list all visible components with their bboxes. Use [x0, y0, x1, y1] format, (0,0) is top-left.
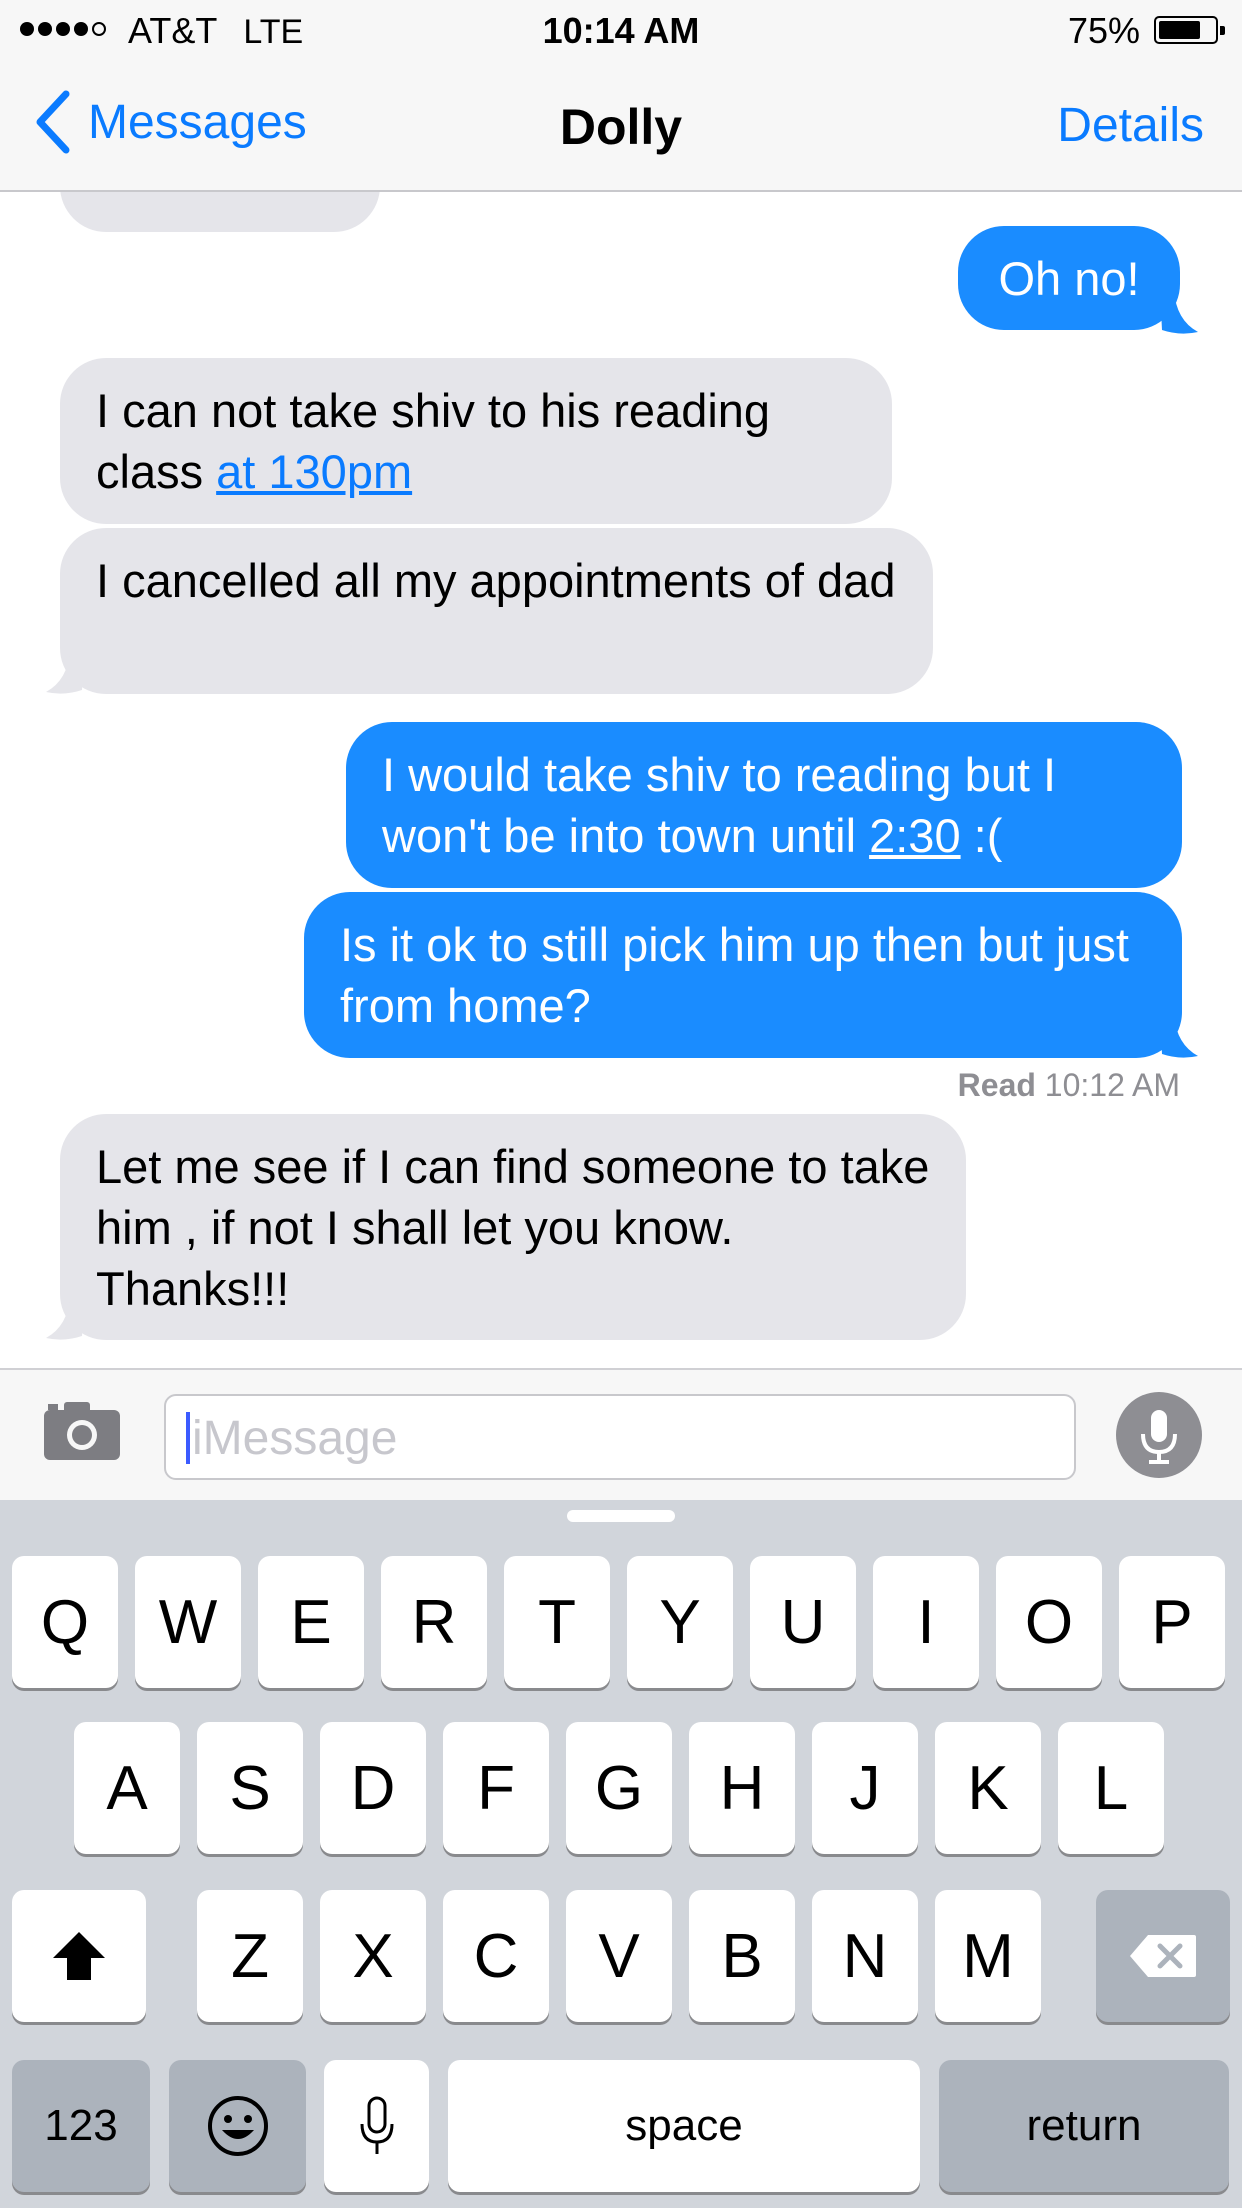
return-key[interactable]: return [939, 2060, 1229, 2192]
conversation-title: Dolly [559, 99, 683, 155]
status-time: 10:14 AM [542, 10, 700, 51]
key-e[interactable]: E [258, 1556, 364, 1688]
message-text: Let me see if I can find someone to take… [96, 1140, 930, 1315]
message-bubble-outgoing[interactable]: Oh no! [958, 226, 1180, 330]
read-time: 10:12 AM [1044, 1067, 1180, 1103]
emoji-smiley-icon [207, 2096, 268, 2156]
delete-key[interactable] [1096, 1890, 1230, 2022]
dictation-key[interactable] [324, 2060, 429, 2192]
navigation-bar: Messages Dolly Details [0, 60, 1242, 192]
message-text: I can not take shiv to his reading class [96, 384, 771, 498]
previous-message-bubble[interactable] [60, 192, 380, 232]
imessage-input[interactable] [190, 1406, 1054, 1470]
status-bar: AT&T LTE 10:14 AM 75% [0, 0, 1242, 60]
key-r[interactable]: R [381, 1556, 487, 1688]
key-h[interactable]: H [689, 1722, 795, 1854]
bubble-tail [1160, 1014, 1198, 1058]
key-k[interactable]: K [935, 1722, 1041, 1854]
message-field[interactable] [164, 1394, 1076, 1480]
key-c[interactable]: C [443, 1890, 549, 2022]
bubble-tail [1160, 290, 1198, 334]
dictation-button[interactable] [1116, 1392, 1202, 1478]
key-d[interactable]: D [320, 1722, 426, 1854]
details-button[interactable]: Details [1057, 98, 1204, 153]
key-y[interactable]: Y [627, 1556, 733, 1688]
time-link[interactable]: at 130pm [216, 445, 412, 498]
bubble-tail [46, 650, 84, 694]
key-b[interactable]: B [689, 1890, 795, 2022]
key-j[interactable]: J [812, 1722, 918, 1854]
message-bubble-incoming[interactable]: I cancelled all my appointments of dad [60, 528, 933, 694]
compose-bar [0, 1368, 1242, 1500]
numbers-key[interactable]: 123 [12, 2060, 150, 2192]
space-key[interactable]: space [448, 2060, 920, 2192]
key-s[interactable]: S [197, 1722, 303, 1854]
key-l[interactable]: L [1058, 1722, 1164, 1854]
key-z[interactable]: Z [197, 1890, 303, 2022]
message-text: Oh no! [998, 252, 1140, 305]
message-thread[interactable]: Oh no! I can not take shiv to his readin… [0, 192, 1242, 1368]
bubble-tail [46, 1296, 84, 1340]
message-text: I cancelled all my appointments of dad [96, 554, 896, 607]
key-p[interactable]: P [1119, 1556, 1225, 1688]
camera-icon[interactable] [42, 1400, 122, 1462]
keyboard: Q W E R T Y U I O P A S D F G H J K L Z … [0, 1500, 1242, 2208]
key-q[interactable]: Q [12, 1556, 118, 1688]
key-t[interactable]: T [504, 1556, 610, 1688]
time-link[interactable]: 2:30 [869, 809, 960, 862]
key-i[interactable]: I [873, 1556, 979, 1688]
battery-icon [1154, 16, 1225, 44]
shift-arrow-icon [53, 1932, 105, 1980]
microphone-icon [360, 2096, 393, 2154]
key-x[interactable]: X [320, 1890, 426, 2022]
key-u[interactable]: U [750, 1556, 856, 1688]
microphone-icon [1141, 1410, 1177, 1464]
key-o[interactable]: O [996, 1556, 1102, 1688]
message-bubble-outgoing[interactable]: I would take shiv to reading but I won't… [346, 722, 1182, 888]
message-text: :( [960, 809, 1003, 862]
message-bubble-outgoing[interactable]: Is it ok to still pick him up then but j… [304, 892, 1182, 1058]
message-bubble-incoming[interactable]: I can not take shiv to his reading class… [60, 358, 892, 524]
key-v[interactable]: V [566, 1890, 672, 2022]
read-label: Read [957, 1067, 1036, 1103]
key-n[interactable]: N [812, 1890, 918, 2022]
backspace-icon [1130, 1935, 1196, 1977]
message-bubble-incoming[interactable]: Let me see if I can find someone to take… [60, 1114, 966, 1340]
key-m[interactable]: M [935, 1890, 1041, 2022]
emoji-key[interactable] [169, 2060, 306, 2192]
shift-key[interactable] [12, 1890, 146, 2022]
key-g[interactable]: G [566, 1722, 672, 1854]
message-text: Is it ok to still pick him up then but j… [340, 918, 1129, 1032]
key-w[interactable]: W [135, 1556, 241, 1688]
key-a[interactable]: A [74, 1722, 180, 1854]
read-receipt: Read 10:12 AM [958, 1067, 1180, 1104]
battery-percent: 75% [1067, 10, 1140, 51]
keyboard-handle [567, 1510, 675, 1522]
key-f[interactable]: F [443, 1722, 549, 1854]
